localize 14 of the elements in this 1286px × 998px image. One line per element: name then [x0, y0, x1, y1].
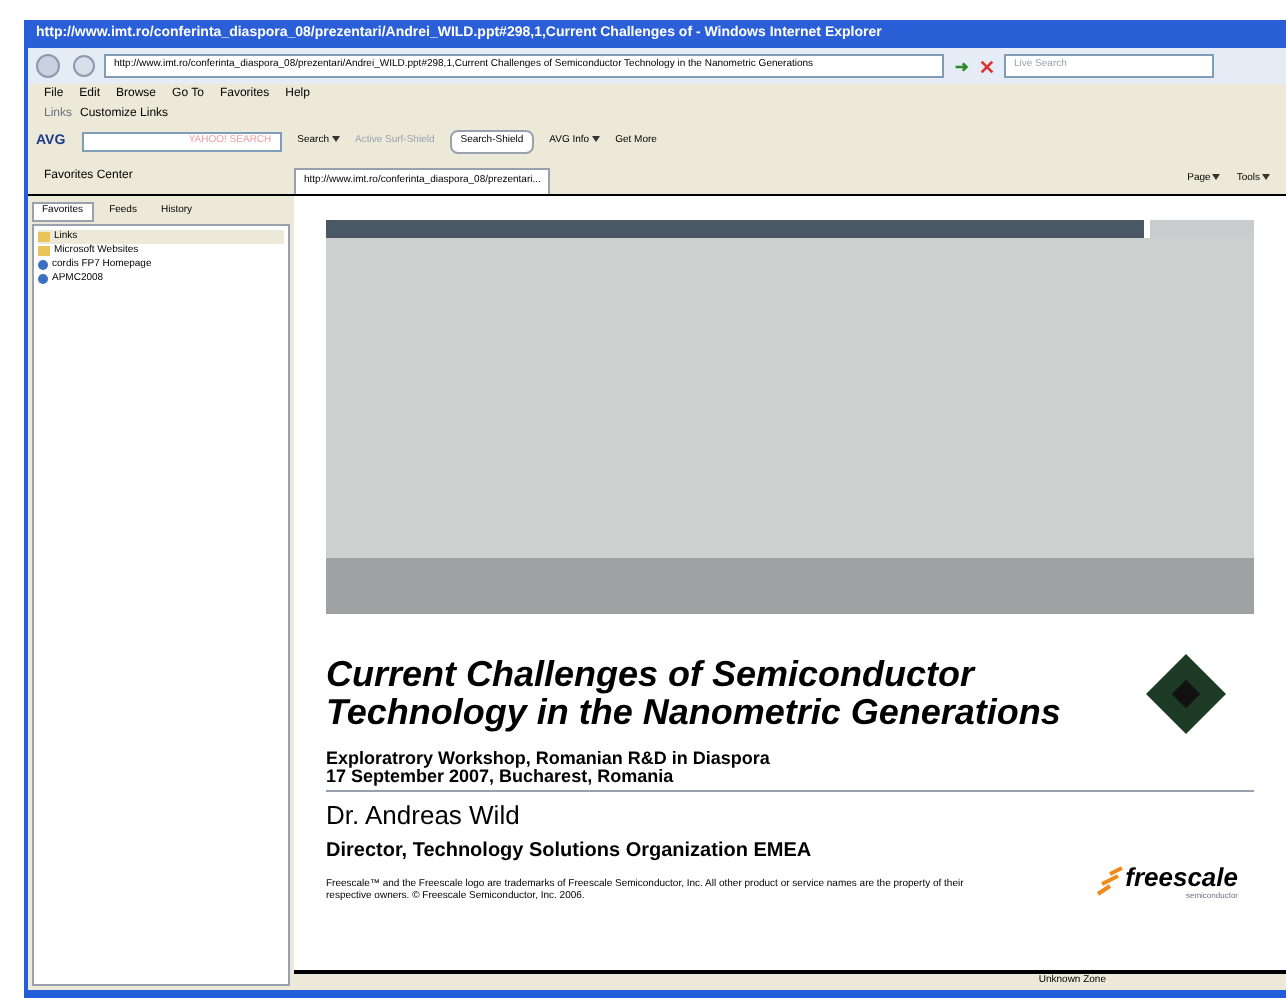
event-line: Exploratrory Workshop, Romanian R&D in Diaspora [326, 750, 772, 768]
logo-text: freescale [1125, 863, 1238, 889]
refresh-icon[interactable] [952, 57, 970, 75]
presenter-name: Dr. Andreas Wild [326, 798, 522, 834]
slide-title: Current Challenges of Semiconductor Technology in the Nanometric Generations [326, 656, 1063, 732]
chip-icon [1142, 650, 1230, 738]
caret-icon [331, 136, 339, 143]
caret-icon [1262, 173, 1270, 180]
caret-icon [1212, 173, 1221, 180]
date-line: 17 September 2007, Bucharest, Romania [326, 768, 1254, 792]
logo-mark-icon [1093, 866, 1126, 898]
stop-icon[interactable] [978, 57, 996, 75]
presenter-role: Director, Technology Solutions Organization EMEA [326, 837, 814, 865]
caret-icon [591, 136, 600, 143]
